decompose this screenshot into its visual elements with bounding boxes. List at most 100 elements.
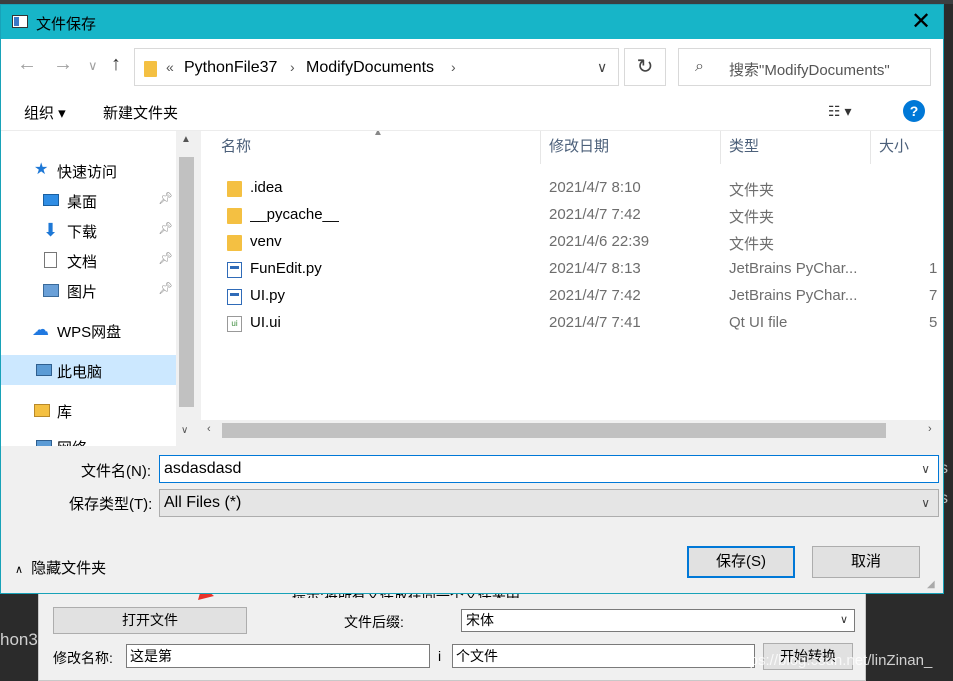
filename-input[interactable]: asdasdasd ∨ xyxy=(159,455,939,483)
close-icon[interactable]: ✕ xyxy=(907,7,935,36)
suffix-value: 宋体 xyxy=(466,612,494,628)
folder-icon xyxy=(144,61,157,77)
scrollbar-thumb[interactable] xyxy=(179,157,194,407)
sidebar-item-desktop[interactable]: 桌面 📌︎ xyxy=(1,185,176,215)
watermark: https://blog.csdn.net/linZinan_ xyxy=(733,652,933,669)
recent-locations-icon[interactable]: ∨ xyxy=(88,58,98,74)
breadcrumb-modifydocuments[interactable]: ModifyDocuments xyxy=(306,59,434,77)
save-button[interactable]: 保存(S) xyxy=(687,546,795,578)
hide-folders-toggle[interactable]: ∧ 隐藏文件夹 xyxy=(15,557,106,578)
sidebar-item-this-pc[interactable]: 此电脑 xyxy=(1,355,176,385)
resize-grip-icon[interactable]: ◢ xyxy=(927,579,935,590)
sidebar-item-label: 库 xyxy=(57,404,73,421)
column-header-size[interactable]: 大小 xyxy=(871,131,943,164)
sidebar-item-label: 图片 xyxy=(67,284,98,301)
chevron-down-icon: ∨ xyxy=(921,496,930,510)
file-row[interactable]: .idea 2021/4/7 8:10 文件夹 xyxy=(201,175,943,202)
folder-icon xyxy=(227,181,242,197)
rename-label: 修改名称: xyxy=(53,650,113,666)
pictures-icon xyxy=(43,284,59,297)
file-list-hscrollbar[interactable]: ‹ › xyxy=(201,420,943,441)
up-arrow-icon[interactable]: ↑ xyxy=(111,53,121,76)
help-icon[interactable]: ? xyxy=(903,100,925,122)
file-row[interactable]: venv 2021/4/6 22:39 文件夹 xyxy=(201,229,943,256)
command-toolbar: 组织 ▾ 新建文件夹 ☷ ▾ ? xyxy=(1,93,943,131)
file-date: 2021/4/7 7:42 xyxy=(549,287,641,304)
file-size: 1 xyxy=(929,260,938,277)
organize-menu[interactable]: 组织 ▾ xyxy=(24,102,66,123)
desktop-icon xyxy=(43,194,59,206)
scroll-up-icon[interactable]: ▲ xyxy=(181,134,191,145)
file-date: 2021/4/7 8:10 xyxy=(549,179,641,196)
sidebar-item-downloads[interactable]: ⬇ 下载 📌︎ xyxy=(1,215,176,245)
file-name: .idea xyxy=(250,179,283,196)
rename-prefix-input[interactable]: 这是第 xyxy=(126,644,430,668)
file-name: venv xyxy=(250,233,282,250)
search-icon: ⌕ xyxy=(695,58,704,75)
pin-icon[interactable]: 📌︎ xyxy=(158,281,173,295)
file-row[interactable]: __pycache__ 2021/4/7 7:42 文件夹 xyxy=(201,202,943,229)
cloud-icon: ☁ xyxy=(32,320,49,339)
background-ide-text: hon3 xyxy=(0,630,38,649)
breadcrumb-pythonfile37[interactable]: PythonFile37 xyxy=(184,59,277,77)
search-input[interactable]: ⌕ 搜索"ModifyDocuments" xyxy=(678,48,931,86)
view-options-icon[interactable]: ☷ ▾ xyxy=(828,103,851,120)
sidebar-item-library[interactable]: 库 xyxy=(1,395,176,425)
pin-icon[interactable]: 📌︎ xyxy=(158,191,173,205)
suffix-select[interactable]: 宋体 ∨ xyxy=(461,609,855,632)
file-type: 文件夹 xyxy=(729,209,775,226)
filename-label: 文件名(N): xyxy=(81,463,151,480)
search-placeholder: 搜索"ModifyDocuments" xyxy=(729,62,890,79)
sidebar-item-quick-access[interactable]: ★ 快速访问 xyxy=(1,155,176,185)
refresh-icon[interactable]: ↻ xyxy=(624,48,666,86)
column-header-type[interactable]: 类型 xyxy=(721,131,871,164)
address-dropdown-icon[interactable]: ∨ xyxy=(597,59,607,76)
scrollbar-thumb[interactable] xyxy=(222,423,886,438)
folder-icon xyxy=(227,208,242,224)
pin-icon[interactable]: 📌︎ xyxy=(158,221,173,235)
file-date: 2021/4/7 7:41 xyxy=(549,314,641,331)
scroll-right-icon[interactable]: › xyxy=(928,423,932,435)
sidebar-item-network[interactable]: 网络 xyxy=(1,431,176,446)
chevron-down-icon[interactable]: ∨ xyxy=(921,456,930,482)
file-name: FunEdit.py xyxy=(250,260,322,277)
scroll-left-icon[interactable]: ‹ xyxy=(207,423,211,435)
sidebar-item-label: 下载 xyxy=(67,224,98,241)
file-type: Qt UI file xyxy=(729,314,788,331)
suffix-label: 文件后缀: xyxy=(344,614,404,630)
file-row[interactable]: FunEdit.py 2021/4/7 8:13 JetBrains PyCha… xyxy=(201,256,943,283)
back-arrow-icon[interactable]: ← xyxy=(17,53,37,76)
rename-suffix-input[interactable]: 个文件 xyxy=(452,644,755,668)
pin-icon[interactable]: 📌︎ xyxy=(158,251,173,265)
navigation-pane: ★ 快速访问 桌面 📌︎ ⬇ 下载 📌︎ 文档 📌︎ 图片 📌︎ ☁ WPS网盘 xyxy=(1,131,197,446)
new-folder-button[interactable]: 新建文件夹 xyxy=(103,102,178,123)
file-type: 文件夹 xyxy=(729,236,775,253)
address-bar[interactable]: « PythonFile37 › ModifyDocuments › ∨ xyxy=(134,48,619,86)
file-type: JetBrains PyChar... xyxy=(729,260,858,277)
file-row[interactable]: ui UI.ui 2021/4/7 7:41 Qt UI file 5 xyxy=(201,310,943,337)
folder-icon xyxy=(227,235,242,251)
file-date: 2021/4/7 7:42 xyxy=(549,206,641,223)
overflow-chevron-icon[interactable]: « xyxy=(166,59,174,75)
sidebar-item-pictures[interactable]: 图片 📌︎ xyxy=(1,275,176,305)
dialog-title: 文件保存 xyxy=(36,16,97,33)
cancel-button[interactable]: 取消 xyxy=(812,546,920,578)
open-file-button[interactable]: 打开文件 xyxy=(53,607,247,634)
forward-arrow-icon[interactable]: → xyxy=(53,53,73,76)
sidebar-scrollbar[interactable]: ▲ ∨ xyxy=(176,131,197,446)
star-icon: ★ xyxy=(34,161,49,178)
breadcrumb-separator-icon[interactable]: › xyxy=(290,59,295,75)
file-row[interactable]: UI.py 2021/4/7 7:42 JetBrains PyChar... … xyxy=(201,283,943,310)
scroll-down-icon[interactable]: ∨ xyxy=(181,425,188,436)
navigation-bar: ← → ∨ ↑ « PythonFile37 › ModifyDocuments… xyxy=(1,39,943,93)
python-file-icon xyxy=(227,262,242,278)
filetype-select[interactable]: All Files (*) ∨ xyxy=(159,489,939,517)
sidebar-item-wps-cloud[interactable]: ☁ WPS网盘 xyxy=(1,315,176,345)
sidebar-item-documents[interactable]: 文档 📌︎ xyxy=(1,245,176,275)
column-header-date[interactable]: 修改日期 xyxy=(541,131,721,164)
file-date: 2021/4/6 22:39 xyxy=(549,233,650,250)
breadcrumb-separator-icon[interactable]: › xyxy=(451,59,456,75)
filename-value: asdasdasd xyxy=(164,460,242,477)
column-header-name[interactable]: 名称 xyxy=(201,131,541,164)
index-label: i xyxy=(438,648,442,664)
